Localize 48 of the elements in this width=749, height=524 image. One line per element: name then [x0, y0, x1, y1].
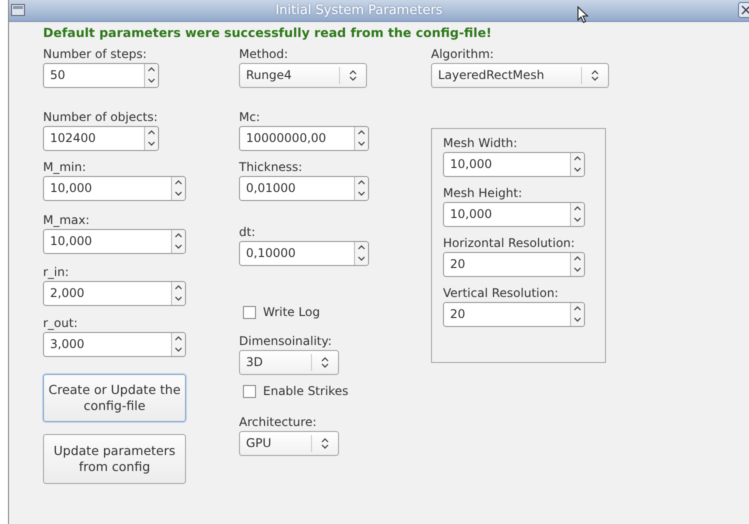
- field-label: Dimensoinality:: [239, 333, 332, 350]
- updown-caret-icon: [321, 357, 329, 368]
- updown-caret-icon: [321, 438, 329, 449]
- spin-field[interactable]: 10000000,00: [239, 126, 369, 151]
- mouse-pointer-icon: [577, 6, 589, 24]
- window-menu-icon[interactable]: [11, 4, 25, 16]
- spin-field[interactable]: 20: [443, 252, 585, 277]
- field-label: M_min:: [43, 159, 86, 176]
- spin-field[interactable]: 102400: [43, 126, 159, 151]
- spin-field[interactable]: 10,000: [43, 229, 186, 254]
- field-label: Mc:: [239, 109, 260, 126]
- spin-field[interactable]: 0,10000: [239, 241, 369, 266]
- checkbox[interactable]: [243, 384, 256, 398]
- spin-field[interactable]: 10,000: [43, 176, 186, 201]
- dropdown[interactable]: 3D: [239, 350, 339, 375]
- field-label: Number of objects:: [43, 109, 158, 126]
- spin-field[interactable]: 10,000: [443, 152, 585, 177]
- field-label: Mesh Height:: [443, 185, 522, 202]
- field-label: Horizontal Resolution:: [443, 235, 575, 252]
- field-label: Number of steps:: [43, 46, 147, 63]
- field-label: Mesh Width:: [443, 135, 518, 152]
- field-label: r_out:: [43, 315, 78, 332]
- field-label: Algorithm:: [431, 46, 494, 63]
- field-label: Thickness:: [239, 159, 302, 176]
- field-label: Method:: [239, 46, 288, 63]
- field-label: dt:: [239, 224, 256, 241]
- field-label: r_in:: [43, 264, 69, 281]
- spin-field[interactable]: 2,000: [43, 281, 186, 306]
- field-label: Vertical Resolution:: [443, 285, 558, 302]
- checkbox-label[interactable]: Enable Strikes: [263, 382, 348, 400]
- push-button[interactable]: Create or Update the config-file: [43, 374, 186, 422]
- status-message: Default parameters were successfully read from the config-file!: [43, 25, 492, 40]
- spin-field[interactable]: 10,000: [443, 202, 585, 227]
- checkbox-label[interactable]: Write Log: [263, 303, 320, 321]
- dropdown[interactable]: GPU: [239, 431, 339, 456]
- window-title: Initial System Parameters: [275, 3, 443, 18]
- spin-field[interactable]: 50: [43, 63, 159, 88]
- field-label: M_max:: [43, 212, 90, 229]
- spin-field[interactable]: 0,01000: [239, 176, 369, 201]
- dropdown[interactable]: LayeredRectMesh: [431, 63, 609, 88]
- updown-caret-icon: [591, 70, 599, 81]
- updown-caret-icon: [349, 70, 357, 81]
- spin-field[interactable]: 3,000: [43, 332, 186, 357]
- checkbox[interactable]: [243, 306, 256, 318]
- spin-field[interactable]: 20: [443, 302, 585, 327]
- field-label: Architecture:: [239, 414, 317, 431]
- dropdown[interactable]: Runge4: [239, 63, 367, 88]
- push-button[interactable]: Update parameters from config: [43, 434, 186, 484]
